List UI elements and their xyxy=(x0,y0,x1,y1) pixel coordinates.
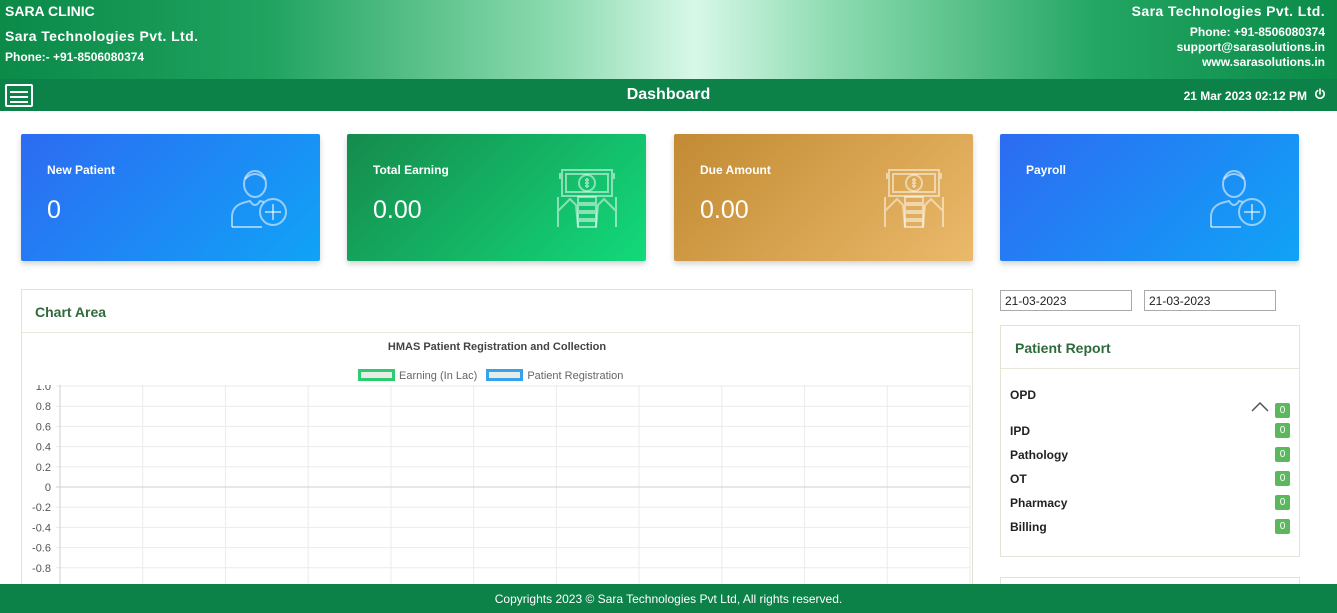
header-right: Sara Technologies Pvt. Ltd. Phone: +91-8… xyxy=(1131,3,1325,68)
company-phone: Phone:- +91-8506080374 xyxy=(5,50,145,64)
card-due-amount[interactable]: Due Amount 0.00 xyxy=(674,134,973,261)
card-title: Due Amount xyxy=(700,163,771,177)
top-header: SARA CLINIC Sara Technologies Pvt. Ltd. … xyxy=(0,0,1337,79)
add-user-icon xyxy=(1210,170,1266,228)
chart-title: HMAS Patient Registration and Collection xyxy=(387,341,607,353)
card-title: Total Earning xyxy=(373,163,449,177)
report-row-ot: OT xyxy=(1010,472,1027,486)
money-hand-icon xyxy=(884,169,944,228)
legend-item-earning[interactable]: Earning (In Lac) xyxy=(358,369,477,382)
chevron-up-icon[interactable] xyxy=(1251,402,1269,412)
legend-label: Patient Registration xyxy=(527,370,624,382)
y-tick-label: -0.6 xyxy=(32,543,51,555)
legend-label: Earning (In Lac) xyxy=(399,370,478,382)
card-payroll[interactable]: Payroll xyxy=(1000,134,1299,261)
report-row-pharmacy: Pharmacy xyxy=(1010,496,1068,510)
report-count-opd: 0 xyxy=(1275,403,1290,418)
card-title: Payroll xyxy=(1026,163,1067,177)
power-icon[interactable] xyxy=(1314,88,1326,100)
report-count-ot: 0 xyxy=(1275,471,1290,486)
card-title: New Patient xyxy=(47,163,116,177)
report-count-pathology: 0 xyxy=(1275,447,1290,462)
chart-plot-area: 1.0 0.8 0.6 0.4 0.2 0 -0.2 -0.4 -0.6 -0.8 xyxy=(32,385,971,590)
report-row-billing: Billing xyxy=(1010,520,1047,534)
company-name-right: Sara Technologies Pvt. Ltd. xyxy=(1131,3,1325,19)
page-title: Dashboard xyxy=(626,86,711,103)
patient-report-panel: Patient Report OPD 0 IPD 0 Pathology 0 O… xyxy=(1000,325,1300,557)
y-tick-label: 0.6 xyxy=(36,421,51,433)
y-tick-label: 0 xyxy=(45,482,51,494)
report-count-pharmacy: 0 xyxy=(1275,495,1290,510)
report-count-ipd: 0 xyxy=(1275,423,1290,438)
company-phone-right: Phone: +91-8506080374 xyxy=(1189,25,1325,39)
to-date-input[interactable] xyxy=(1144,290,1276,311)
money-hand-icon xyxy=(557,169,617,228)
navbar: Dashboard 21 Mar 2023 02:12 PM xyxy=(0,79,1337,111)
card-total-earning[interactable]: Total Earning 0.00 xyxy=(347,134,646,261)
chart-panel: Chart Area HMAS Patient Registration and… xyxy=(21,289,973,590)
y-tick-label: -0.8 xyxy=(32,563,51,575)
card-value: 0.00 xyxy=(373,196,422,224)
y-tick-label: 1.0 xyxy=(36,385,51,393)
y-tick-label: -0.4 xyxy=(32,522,51,534)
y-tick-label: -0.2 xyxy=(32,502,51,514)
card-value: 0.00 xyxy=(700,196,749,224)
card-new-patient[interactable]: New Patient 0 xyxy=(21,134,320,261)
current-datetime: 21 Mar 2023 02:12 PM xyxy=(1183,89,1307,103)
legend-item-registration[interactable]: Patient Registration xyxy=(486,369,623,382)
report-count-billing: 0 xyxy=(1275,519,1290,534)
footer: Copyrights 2023 © Sara Technologies Pvt … xyxy=(0,584,1337,613)
y-tick-label: 0.8 xyxy=(36,401,51,413)
chart-legend: Earning (In Lac) Patient Registration xyxy=(358,369,629,382)
company-name: Sara Technologies Pvt. Ltd. xyxy=(5,28,199,44)
y-tick-label: 0.4 xyxy=(36,442,51,454)
header-left: SARA CLINIC Sara Technologies Pvt. Ltd. … xyxy=(5,3,198,64)
from-date-input[interactable] xyxy=(1000,290,1132,311)
legend-swatch xyxy=(486,369,524,381)
report-row-ipd: IPD xyxy=(1010,424,1031,438)
patient-report-heading: Patient Report xyxy=(1001,326,1299,369)
support-email[interactable]: support@sarasolutions.in xyxy=(1132,41,1325,53)
chart-panel-heading: Chart Area xyxy=(22,290,972,333)
company-website[interactable]: www.sarasolutions.in xyxy=(1132,56,1325,68)
y-tick-label: 0.2 xyxy=(36,462,51,474)
card-value: 0 xyxy=(47,196,61,224)
report-row-pathology: Pathology xyxy=(1010,448,1069,462)
clinic-name: SARA CLINIC xyxy=(5,3,95,19)
legend-swatch xyxy=(358,369,395,381)
report-row-opd: OPD xyxy=(1010,388,1037,402)
add-user-icon xyxy=(231,170,287,228)
